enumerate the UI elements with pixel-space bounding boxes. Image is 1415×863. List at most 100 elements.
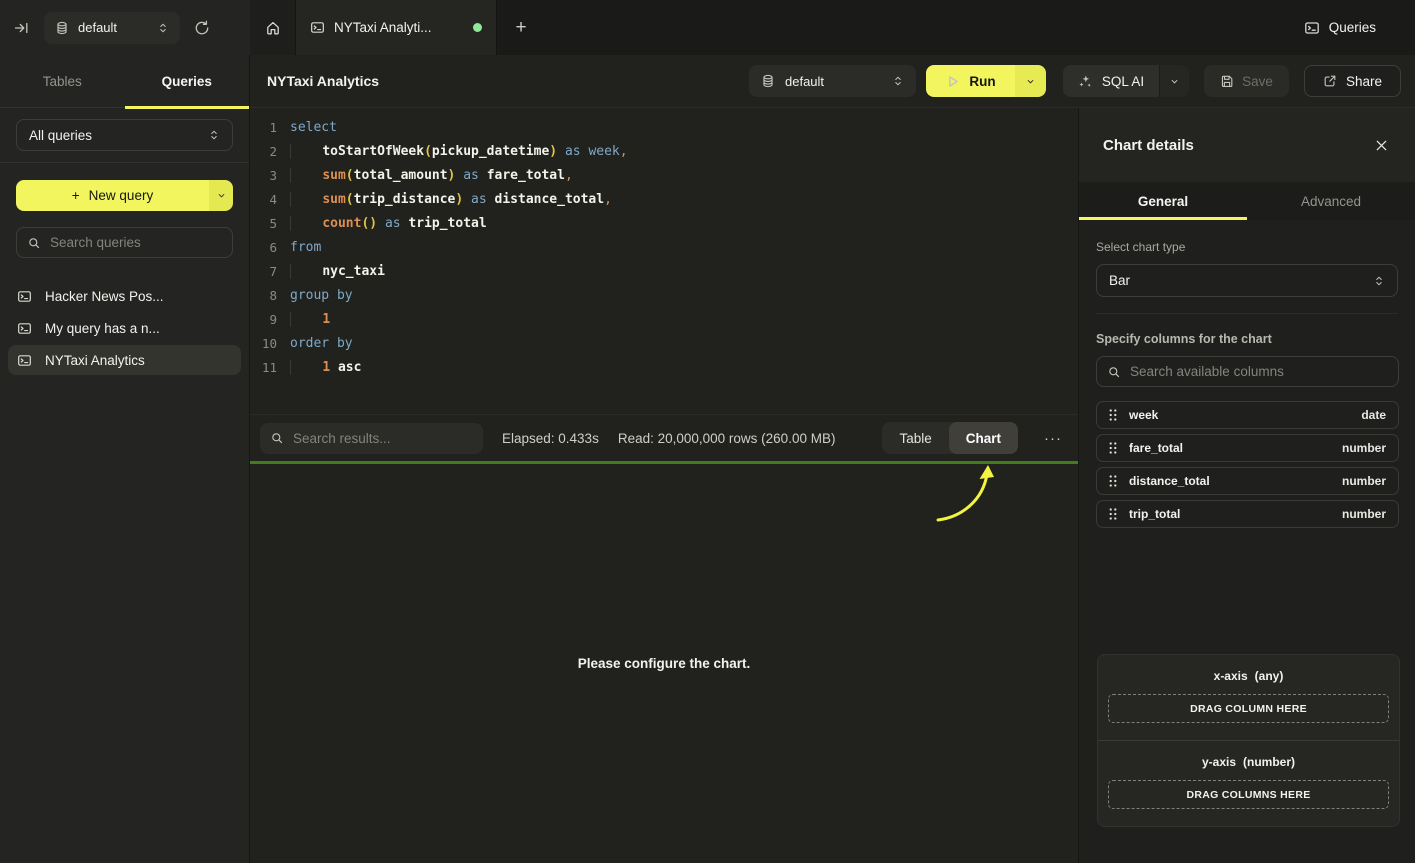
tab-nytaxi-analytics[interactable]: NYTaxi Analyti... xyxy=(295,0,497,55)
x-axis-label: x-axis xyxy=(1214,669,1248,683)
terminal-icon xyxy=(310,20,325,35)
x-axis-drop-zone[interactable]: DRAG COLUMN HERE xyxy=(1108,694,1389,723)
chart-type-label: Select chart type xyxy=(1096,240,1398,254)
close-icon[interactable] xyxy=(1374,138,1389,153)
column-type: date xyxy=(1361,408,1386,422)
unsaved-indicator-dot xyxy=(473,23,482,32)
x-axis-section: x-axis (any) DRAG COLUMN HERE xyxy=(1098,655,1399,740)
topbar: default NYTaxi Analyti... + xyxy=(0,0,1415,55)
y-axis-section: y-axis(number) DRAG COLUMNS HERE xyxy=(1098,741,1399,826)
sql-ai-label: SQL AI xyxy=(1102,74,1144,89)
drag-handle-icon[interactable] xyxy=(1108,408,1118,422)
search-columns-input[interactable] xyxy=(1130,364,1388,379)
sidebar-query-item[interactable]: Hacker News Pos... xyxy=(8,281,241,311)
x-axis-hint: (any) xyxy=(1255,669,1284,683)
sidebar-tab-queries[interactable]: Queries xyxy=(125,55,250,107)
query-item-label: Hacker News Pos... xyxy=(45,289,164,304)
more-options-button[interactable]: ··· xyxy=(1037,430,1069,447)
topbar-database-selector[interactable]: default xyxy=(44,12,180,44)
code-line: 10order by xyxy=(250,332,1078,356)
sql-ai-button[interactable]: SQL AI xyxy=(1063,65,1189,97)
code-line: 1select xyxy=(250,116,1078,140)
chart-column-chip[interactable]: trip_total number xyxy=(1096,500,1399,528)
share-label: Share xyxy=(1346,74,1382,89)
code-line: 6from xyxy=(250,236,1078,260)
query-item-label: My query has a n... xyxy=(45,321,160,336)
chart-column-chip[interactable]: fare_total number xyxy=(1096,434,1399,462)
new-query-label: New query xyxy=(89,188,154,203)
terminal-icon xyxy=(17,289,32,304)
drag-handle-icon[interactable] xyxy=(1108,441,1118,455)
chart-details-panel: Chart details General Advanced Select ch… xyxy=(1078,108,1415,863)
code-line: 4 sum(trip_distance) as distance_total, xyxy=(250,188,1078,212)
run-button[interactable]: Run xyxy=(926,65,1046,97)
sidebar-tab-tables[interactable]: Tables xyxy=(0,55,125,107)
column-type: number xyxy=(1342,474,1386,488)
terminal-icon xyxy=(17,353,32,368)
line-number: 8 xyxy=(250,284,277,308)
new-query-dropdown-button[interactable] xyxy=(209,180,233,211)
topbar-left: default xyxy=(0,0,250,55)
chart-column-chip[interactable]: week date xyxy=(1096,401,1399,429)
chevron-updown-icon xyxy=(208,129,220,141)
query-title: NYTaxi Analytics xyxy=(267,73,379,89)
line-number: 9 xyxy=(250,308,277,332)
view-tab-table[interactable]: Table xyxy=(882,422,948,454)
line-number: 1 xyxy=(250,116,277,140)
view-tab-chart[interactable]: Chart xyxy=(949,422,1018,454)
code-line: 3 sum(total_amount) as fare_total, xyxy=(250,164,1078,188)
new-tab-button[interactable]: + xyxy=(497,0,545,55)
queries-filter-select[interactable]: All queries xyxy=(16,119,233,151)
save-icon xyxy=(1220,74,1234,88)
search-icon xyxy=(27,236,41,250)
axes-config-panel: x-axis (any) DRAG COLUMN HERE y-axis(numb… xyxy=(1097,654,1400,827)
chart-column-chip[interactable]: distance_total number xyxy=(1096,467,1399,495)
query-list: Hacker News Pos... My query has a n... N… xyxy=(0,269,249,389)
queries-button[interactable]: Queries xyxy=(1304,0,1376,55)
queries-button-label: Queries xyxy=(1329,20,1376,35)
header-database-selector[interactable]: default xyxy=(749,65,916,97)
drag-handle-icon[interactable] xyxy=(1108,507,1118,521)
save-button[interactable]: Save xyxy=(1204,65,1289,97)
chart-type-select[interactable]: Bar xyxy=(1096,264,1398,297)
line-number: 2 xyxy=(250,140,277,164)
topbar-database-value: default xyxy=(78,20,148,35)
results-toolbar: Elapsed: 0.433s Read: 20,000,000 rows (2… xyxy=(250,414,1078,461)
search-results-box xyxy=(260,423,483,454)
search-queries-input[interactable] xyxy=(50,235,222,250)
code-line: 11 1 asc xyxy=(250,356,1078,380)
terminal-icon xyxy=(17,321,32,336)
share-button[interactable]: Share xyxy=(1304,65,1401,97)
line-number: 4 xyxy=(250,188,277,212)
chart-type-value: Bar xyxy=(1109,273,1373,288)
code-line: 5 count() as trip_total xyxy=(250,212,1078,236)
sql-console-app: default NYTaxi Analyti... + xyxy=(0,0,1415,863)
sidebar-query-item[interactable]: NYTaxi Analytics xyxy=(8,345,241,375)
play-icon xyxy=(945,74,960,89)
search-results-input[interactable] xyxy=(293,431,473,446)
new-query-button[interactable]: + New query xyxy=(16,180,233,211)
sidebar-query-item[interactable]: My query has a n... xyxy=(8,313,241,343)
refresh-icon[interactable] xyxy=(194,20,210,36)
chart-panel-title: Chart details xyxy=(1103,137,1194,154)
collapse-sidebar-icon[interactable] xyxy=(14,20,30,36)
chart-panel-header: Chart details xyxy=(1079,108,1415,182)
run-dropdown-button[interactable] xyxy=(1015,65,1046,97)
column-name: fare_total xyxy=(1129,441,1183,455)
y-axis-drop-zone[interactable]: DRAG COLUMNS HERE xyxy=(1108,780,1389,809)
code-line: 8group by xyxy=(250,284,1078,308)
tabstrip: NYTaxi Analyti... + Queries xyxy=(250,0,1415,55)
home-button[interactable] xyxy=(250,0,295,55)
tab-general[interactable]: General xyxy=(1079,182,1247,220)
query-header: NYTaxi Analytics default xyxy=(250,55,1415,108)
sql-editor[interactable]: 1select2 toStartOfWeek(pickup_datetime) … xyxy=(250,108,1078,414)
chevron-updown-icon xyxy=(157,22,169,34)
sql-ai-dropdown-button[interactable] xyxy=(1159,65,1189,97)
chart-panel-tabs: General Advanced xyxy=(1079,182,1415,220)
drag-handle-icon[interactable] xyxy=(1108,474,1118,488)
column-type: number xyxy=(1342,507,1386,521)
line-number: 7 xyxy=(250,260,277,284)
tab-advanced[interactable]: Advanced xyxy=(1247,182,1415,220)
chevron-updown-icon xyxy=(1373,275,1385,287)
code-line: 9 1 xyxy=(250,308,1078,332)
